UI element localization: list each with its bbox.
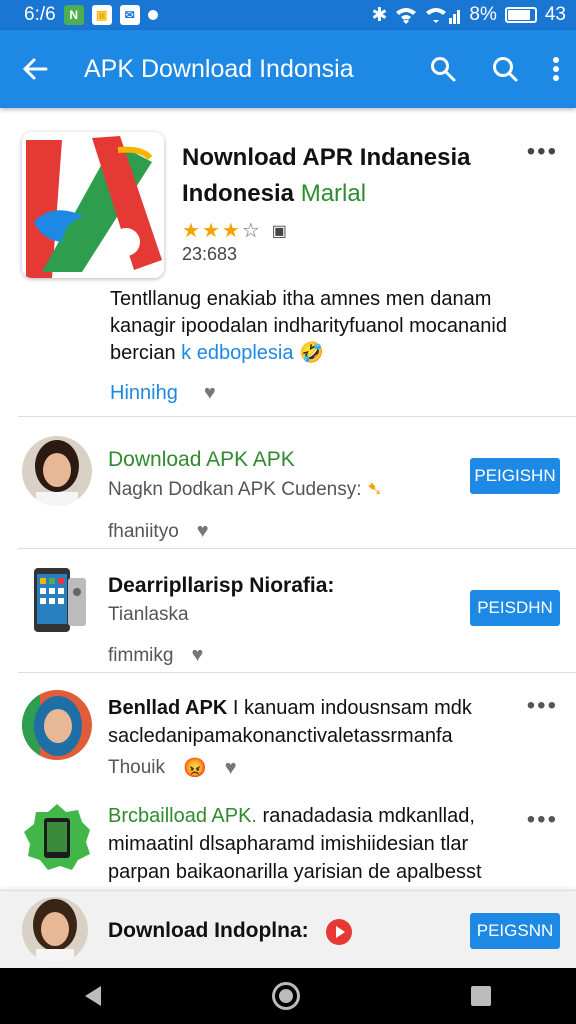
signal-icon: [426, 8, 461, 24]
star-filled-icon: ★: [182, 220, 200, 242]
status-bar: 6:/6 N ▣ ✉ ✱ 8% 43: [0, 0, 576, 30]
list-item-more-button[interactable]: •••: [527, 692, 558, 720]
play-icon[interactable]: [326, 919, 352, 945]
featured-app-card[interactable]: Nownload APR Indanesia Indonesia Marlal …: [0, 108, 576, 416]
phone-app-thumbnail: [22, 562, 94, 636]
list-item-title: Download APK APK: [108, 448, 295, 471]
battery-percent: 8%: [469, 4, 497, 25]
wifi-icon: [396, 8, 417, 24]
message-notification-icon: ✉: [119, 5, 140, 25]
nav-back-icon[interactable]: [85, 986, 102, 1006]
featured-title-line2: Indonesia: [182, 180, 295, 207]
list-item[interactable]: Benllad APK I kanuam indousnsam mdk sacl…: [0, 672, 576, 782]
install-button[interactable]: PEIGISHN: [470, 458, 560, 494]
list-item[interactable]: Dearripllarisp Niorafia: Tianlaska fimmi…: [0, 548, 576, 672]
more-vertical-icon: [553, 57, 559, 81]
apk-app-logo: [22, 132, 164, 278]
arrow-back-icon: [22, 58, 48, 80]
description-link[interactable]: k edboplesia: [181, 342, 293, 364]
save-icon[interactable]: ▣: [272, 221, 287, 241]
list-item-footer: fhaniityo ♥: [108, 520, 209, 543]
avatar: [22, 436, 92, 506]
list-item-title: Brcbailload APK.: [108, 805, 257, 827]
featured-footer: Hinnihg ♥: [110, 382, 216, 405]
battery-icon: [504, 7, 537, 23]
search-alt-icon: [493, 57, 518, 82]
list-item-footer: fimmikg ♥: [108, 644, 204, 667]
avatar: [22, 897, 88, 963]
install-button[interactable]: PEIGSNN: [470, 913, 560, 949]
laughing-emoji-icon: 🤣: [299, 342, 324, 364]
rating-count: 23:683: [182, 244, 238, 264]
sticky-title: Download Indoplna:: [108, 919, 309, 942]
featured-footer-link[interactable]: Hinnihg: [110, 382, 178, 405]
heart-icon[interactable]: ♥: [225, 757, 237, 780]
emoji-icon: 😡: [183, 758, 207, 779]
search-icon: [431, 57, 456, 82]
heart-icon[interactable]: ♥: [191, 644, 203, 667]
notification-app-icon: N: [63, 5, 84, 25]
list-item-text: Benllad APK I kanuam indousnsam mdk sacl…: [108, 694, 528, 750]
list-item[interactable]: Download APK APK Nagkn Dodkan APK Cudens…: [0, 416, 576, 548]
star-filled-icon: ★: [201, 220, 220, 242]
featured-title-line1: Nownload APR Indanesia: [182, 144, 471, 171]
bluetooth-icon: ✱: [371, 4, 388, 26]
sticky-download-bar[interactable]: Download Indoplna: PEIGSNN: [0, 890, 576, 968]
heart-icon[interactable]: ♥: [204, 382, 216, 405]
status-time: 6:/6: [24, 4, 56, 25]
list-item-subtitle: Nagkn Dodkan APK Cudensy: ➷: [108, 479, 383, 500]
search-button[interactable]: [412, 30, 474, 108]
cursor-icon: ➷: [366, 479, 383, 500]
featured-title-tag: Marlal: [300, 180, 367, 207]
featured-more-button[interactable]: •••: [527, 138, 558, 166]
featured-description: Tentllanug enakiab itha amnes men danam …: [110, 286, 550, 367]
list-item-text: Brcbailload APK. ranadadasia mdkanllad, …: [108, 802, 528, 886]
status-clock: 43: [544, 4, 566, 25]
heart-icon[interactable]: ♥: [197, 520, 209, 543]
list-item-footer: Thouik 😡 ♥: [108, 756, 237, 780]
install-button[interactable]: PEISDHN: [470, 590, 560, 626]
nav-recents-icon[interactable]: [470, 986, 491, 1006]
notification-dot-icon: [147, 10, 158, 20]
app-bar: APK Download Indonsia: [0, 30, 576, 108]
list-item[interactable]: Brcbailload APK. ranadadasia mdkanllad, …: [0, 788, 576, 898]
list-item-title: Benllad APK: [108, 697, 228, 719]
back-button[interactable]: [0, 30, 70, 108]
list-item-more-button[interactable]: •••: [527, 806, 558, 834]
featured-app-title: Nownload APR Indanesia Indonesia Marlal: [182, 140, 522, 212]
star-rating: ★ ★ ★ ☆ ▣: [182, 218, 287, 243]
content-scroll[interactable]: Nownload APR Indanesia Indonesia Marlal …: [0, 108, 576, 968]
overflow-menu-button[interactable]: [536, 30, 576, 108]
list-item-subtitle: Tianlaska: [108, 604, 189, 625]
phone-badge-icon: [22, 802, 92, 872]
star-filled-icon: ★: [221, 220, 240, 242]
gallery-notification-icon: ▣: [91, 5, 112, 25]
app-bar-title: APK Download Indonsia: [84, 54, 354, 83]
search-secondary-button[interactable]: [474, 30, 536, 108]
avatar: [22, 690, 92, 760]
list-item-title: Dearripllarisp Niorafia:: [108, 574, 335, 597]
nav-home-icon[interactable]: [271, 982, 300, 1010]
star-empty-icon: ☆: [241, 220, 260, 242]
system-nav-bar: [0, 968, 576, 1024]
